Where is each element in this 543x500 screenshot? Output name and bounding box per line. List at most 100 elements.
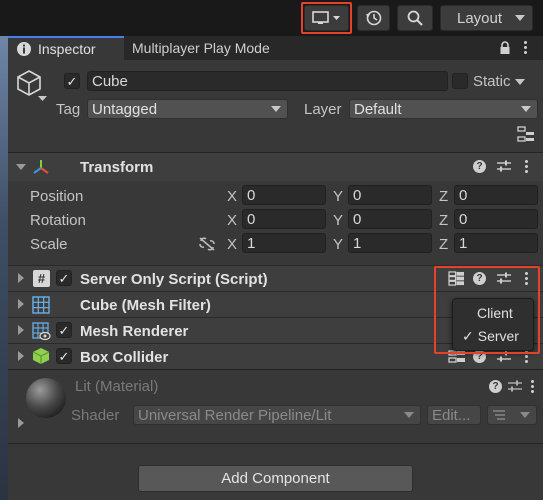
position-y-field[interactable]: 0 [348, 185, 432, 205]
tab-menu-icon[interactable] [524, 41, 527, 54]
component-title: Mesh Renderer [80, 323, 189, 340]
component-enabled-checkbox[interactable]: ✓ [56, 270, 72, 286]
position-z-value: 0 [459, 186, 468, 204]
chevron-down-icon [404, 412, 414, 418]
scale-z-field[interactable]: 1 [454, 233, 538, 253]
tab-multiplayer-play-mode[interactable]: Multiplayer Play Mode [124, 36, 304, 60]
edit-shader-button[interactable]: Edit... [427, 405, 481, 425]
component-menu-icon[interactable] [531, 380, 534, 393]
expand-right-icon[interactable] [18, 299, 24, 309]
tab-inspector-label: Inspector [38, 41, 96, 57]
axis-x-label: X [227, 188, 238, 205]
component-menu-icon[interactable] [525, 160, 528, 173]
object-name-text: Cube [92, 72, 128, 90]
chevron-down-icon [521, 106, 531, 112]
list-icon [493, 410, 505, 420]
tab-inspector[interactable]: Inspector [8, 36, 124, 60]
axis-y-label: Y [333, 212, 344, 229]
component-title: Cube (Mesh Filter) [80, 297, 211, 314]
divider [8, 369, 543, 370]
position-z-field[interactable]: 0 [454, 185, 538, 205]
history-button[interactable] [357, 5, 390, 31]
expand-right-icon[interactable] [18, 351, 24, 361]
mesh-filter-icon [32, 296, 50, 314]
component-enabled-checkbox[interactable]: ✓ [56, 348, 72, 364]
search-icon [407, 10, 423, 26]
lock-icon[interactable] [498, 41, 512, 55]
shader-label: Shader [71, 407, 120, 424]
rotation-z-value: 0 [459, 210, 468, 228]
info-icon [17, 42, 31, 56]
component-enabled-checkbox[interactable]: ✓ [56, 322, 72, 338]
tag-dropdown[interactable]: Untagged [87, 99, 288, 119]
object-name-field[interactable]: Cube [87, 71, 448, 91]
history-icon [365, 10, 381, 26]
axis-x-label: X [227, 236, 238, 253]
material-name: Lit (Material) [75, 378, 159, 395]
position-x-field[interactable]: 0 [242, 185, 326, 205]
scale-x-field[interactable]: 1 [242, 233, 326, 253]
presets-icon[interactable] [496, 159, 512, 173]
help-icon[interactable]: ? [489, 380, 502, 393]
shader-dropdown[interactable]: Universal Render Pipeline/Lit [133, 405, 421, 425]
layer-label: Layer [304, 101, 342, 118]
constrain-proportions-icon[interactable] [198, 236, 216, 252]
scene-view-edge [0, 36, 8, 500]
shader-options-dropdown[interactable] [487, 405, 537, 425]
scale-z-value: 1 [459, 234, 468, 252]
position-y-value: 0 [353, 186, 362, 204]
add-component-label: Add Component [221, 470, 330, 487]
rotation-y-field[interactable]: 0 [348, 209, 432, 229]
component-title: Server Only Script (Script) [80, 271, 268, 288]
expand-right-icon[interactable] [18, 418, 24, 428]
expand-right-icon[interactable] [18, 325, 24, 335]
axis-y-label: Y [333, 236, 344, 253]
object-active-checkbox[interactable]: ✓ [64, 73, 80, 89]
tab-multiplayer-label: Multiplayer Play Mode [132, 40, 270, 56]
axis-y-label: Y [333, 188, 344, 205]
gameobject-cube-icon[interactable] [16, 69, 48, 103]
chevron-down-icon [515, 15, 525, 21]
rotation-x-field[interactable]: 0 [242, 209, 326, 229]
position-label: Position [30, 188, 84, 205]
rotation-label: Rotation [30, 212, 86, 229]
overrides-icon[interactable] [517, 126, 535, 142]
layer-value: Default [354, 100, 402, 118]
static-label: Static [473, 73, 511, 90]
expand-right-icon[interactable] [18, 273, 24, 283]
axis-x-label: X [227, 212, 238, 229]
rotation-y-value: 0 [353, 210, 362, 228]
divider [8, 443, 543, 444]
layout-dropdown[interactable]: Layout [440, 5, 533, 31]
tab-bar: Inspector Multiplayer Play Mode [8, 36, 543, 60]
tag-value: Untagged [92, 100, 158, 118]
shader-value: Universal Render Pipeline/Lit [138, 406, 332, 424]
layer-dropdown[interactable]: Default [349, 99, 538, 119]
rotation-x-value: 0 [247, 210, 256, 228]
scale-x-value: 1 [247, 234, 256, 252]
presets-icon[interactable] [507, 379, 523, 393]
material-preview-sphere[interactable] [26, 378, 66, 418]
transform-title: Transform [80, 159, 154, 176]
layout-label: Layout [457, 9, 503, 27]
script-icon: # [33, 270, 50, 287]
help-icon[interactable]: ? [473, 160, 486, 173]
scale-y-field[interactable]: 1 [348, 233, 432, 253]
static-dropdown-chevron-icon[interactable] [515, 79, 525, 85]
scale-label: Scale [30, 236, 68, 253]
expand-down-icon[interactable] [16, 164, 26, 170]
rotation-z-field[interactable]: 0 [454, 209, 538, 229]
transform-icon [33, 160, 49, 174]
box-collider-icon [32, 348, 50, 364]
axis-z-label: Z [439, 188, 449, 205]
chevron-down-icon [271, 106, 281, 112]
static-checkbox[interactable] [452, 73, 468, 89]
search-button[interactable] [397, 5, 433, 31]
play-mode-highlight [301, 2, 352, 34]
chevron-down-icon [520, 412, 530, 418]
edit-label: Edit... [432, 406, 471, 424]
popup-highlight [434, 266, 540, 354]
add-component-button[interactable]: Add Component [138, 465, 413, 492]
component-title: Box Collider [80, 349, 169, 366]
position-x-value: 0 [247, 186, 256, 204]
